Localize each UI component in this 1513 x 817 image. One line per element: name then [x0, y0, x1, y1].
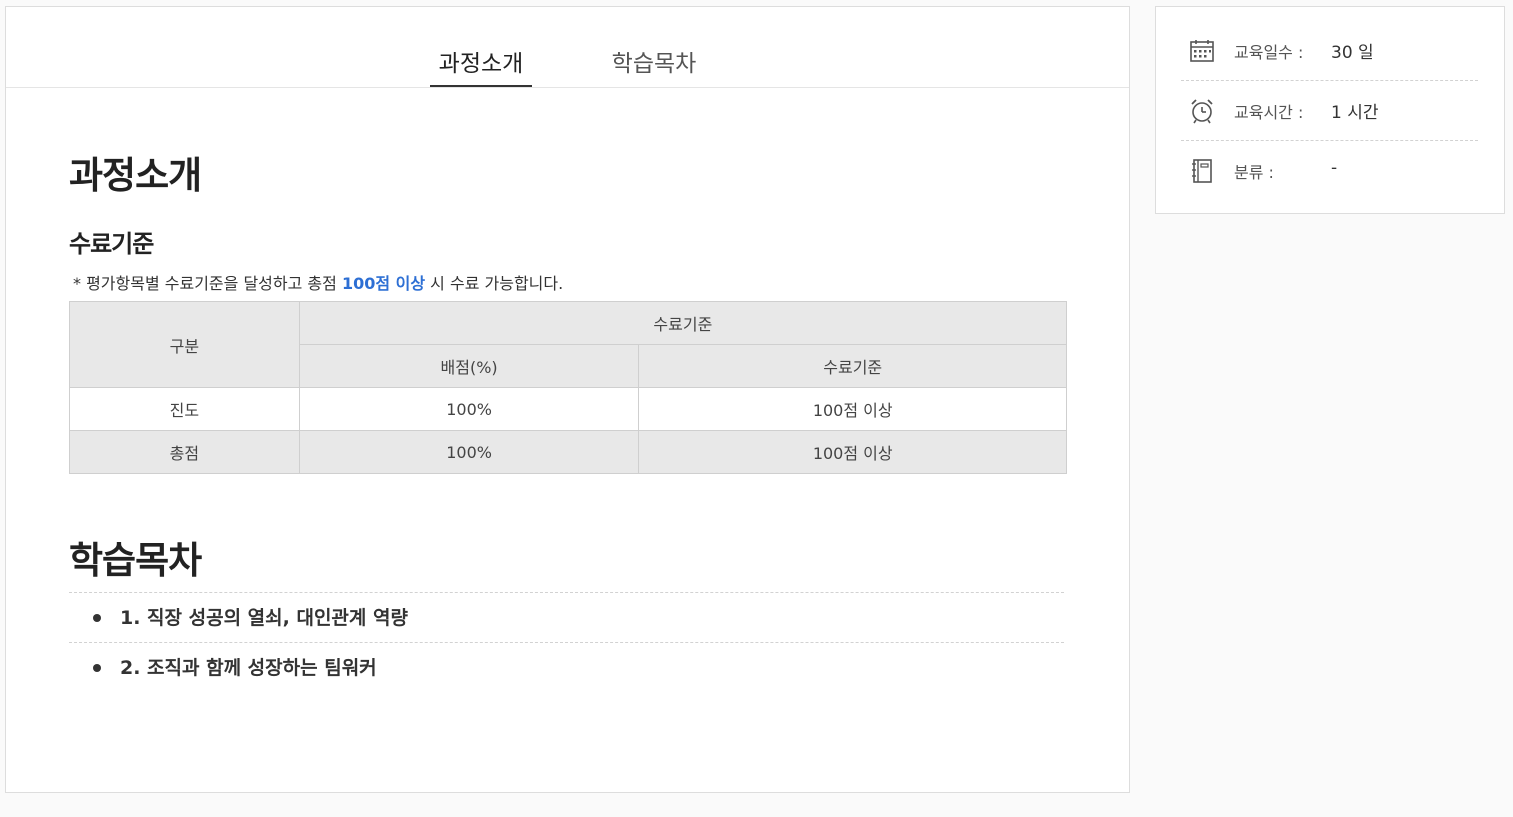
col-header-criteria-group: 수료기준 — [298, 301, 1068, 345]
col-header-category: 구분 — [69, 301, 300, 388]
tab-bar: 과정소개 학습목차 — [6, 7, 1129, 88]
toc-item-label: 2. 조직과 함께 성장하는 팀워커 — [120, 657, 377, 679]
category-value: - — [1331, 158, 1338, 178]
notebook-icon — [1192, 159, 1212, 183]
list-item[interactable]: 1. 직장 성공의 열쇠, 대인관계 역량 — [69, 592, 1064, 642]
info-days-row: 교육일수 : 30 일 — [1181, 21, 1478, 81]
alarm-clock-icon — [1191, 99, 1213, 124]
course-info-panel: 교육일수 : 30 일 교육시간 : 1 시간 분류 : - — [1155, 6, 1505, 214]
notice-suffix: 시 수료 가능합니다. — [425, 274, 564, 293]
cell-category: 진도 — [69, 387, 300, 431]
days-value: 30 일 — [1331, 43, 1374, 63]
toc-title: 학습목차 — [69, 539, 202, 582]
cell-criteria: 100점 이상 — [638, 430, 1067, 474]
col-header-criteria: 수료기준 — [638, 344, 1067, 388]
bullet-icon — [93, 614, 101, 622]
calendar-icon — [1190, 40, 1214, 62]
course-intro-title: 과정소개 — [69, 154, 202, 197]
toc-item-label: 1. 직장 성공의 열쇠, 대인관계 역량 — [120, 607, 408, 629]
table-row-total: 총점 100% 100점 이상 — [69, 430, 1067, 474]
bullet-icon — [93, 664, 101, 672]
cell-weight: 100% — [298, 387, 640, 431]
notice-prefix: * 평가항목별 수료기준을 달성하고 총점 — [73, 274, 342, 293]
completion-notice: * 평가항목별 수료기준을 달성하고 총점 100점 이상 시 수료 가능합니다… — [73, 270, 563, 294]
info-hours-row: 교육시간 : 1 시간 — [1181, 81, 1478, 141]
toc-list: 1. 직장 성공의 열쇠, 대인관계 역량 2. 조직과 함께 성장하는 팀워커 — [69, 592, 1064, 692]
info-category-row: 분류 : - — [1181, 141, 1478, 201]
notice-highlight: 100점 이상 — [341, 274, 426, 293]
cell-weight: 100% — [298, 430, 640, 474]
days-label: 교육일수 : — [1234, 43, 1304, 62]
course-detail-panel: 과정소개 학습목차 과정소개 수료기준 * 평가항목별 수료기준을 달성하고 총… — [5, 6, 1130, 793]
table-row: 진도 100% 100점 이상 — [69, 387, 1067, 431]
tab-course-intro[interactable]: 과정소개 — [430, 41, 532, 87]
category-label: 분류 : — [1234, 163, 1274, 182]
completion-criteria-table: 구분 수료기준 배점(%) 수료기준 진도 100% 100점 이상 총점 10… — [69, 301, 1068, 474]
hours-value: 1 시간 — [1331, 103, 1379, 123]
list-item[interactable]: 2. 조직과 함께 성장하는 팀워커 — [69, 642, 1064, 692]
cell-category: 총점 — [69, 430, 300, 474]
cell-criteria: 100점 이상 — [638, 387, 1067, 431]
tab-table-of-contents[interactable]: 학습목차 — [599, 41, 709, 87]
col-header-weight: 배점(%) — [298, 344, 640, 388]
completion-criteria-title: 수료기준 — [69, 230, 154, 258]
hours-label: 교육시간 : — [1234, 103, 1304, 122]
